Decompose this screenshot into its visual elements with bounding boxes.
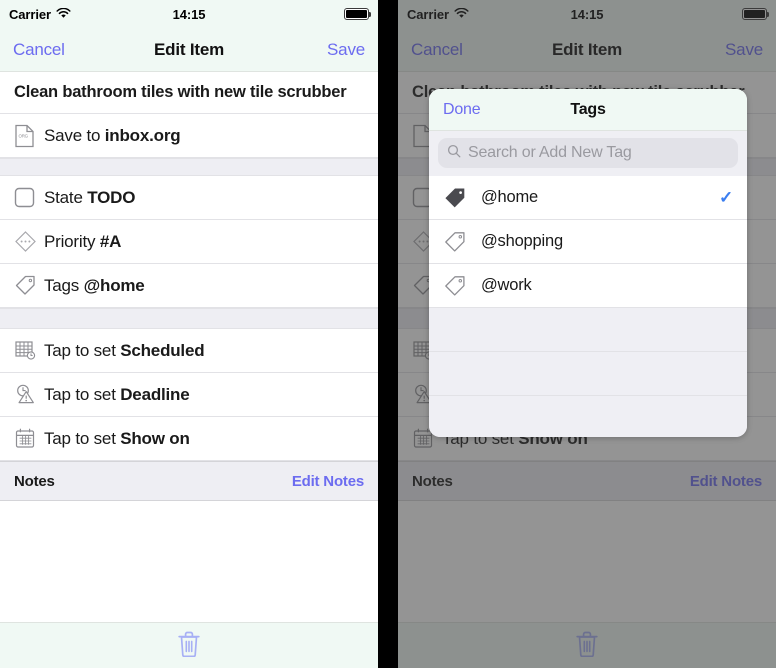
checkbox-icon	[14, 187, 44, 208]
list-item[interactable]: @home ✓	[429, 176, 747, 220]
empty-row	[429, 396, 747, 437]
edit-item-form: Clean bathroom tiles with new tile scrub…	[0, 72, 378, 625]
scheduled-value: Scheduled	[120, 340, 205, 360]
checkmark-icon: ✓	[718, 187, 733, 207]
schedule-table-icon	[14, 339, 44, 362]
show-on-value: Show on	[120, 428, 190, 448]
calendar-icon	[14, 427, 44, 450]
save-to-prefix: Save to	[44, 125, 105, 145]
tag-name: @home	[481, 188, 539, 206]
tags-modal-navbar: Done Tags	[429, 89, 747, 131]
priority-prefix: Priority	[44, 231, 100, 251]
item-title-row[interactable]: Clean bathroom tiles with new tile scrub…	[0, 72, 378, 114]
tags-label: Tags @home	[44, 276, 364, 296]
battery-full-icon	[344, 8, 372, 20]
status-bar-right	[344, 8, 372, 20]
notes-section-header: Notes Edit Notes	[0, 461, 378, 501]
notes-body[interactable]	[0, 501, 378, 625]
deadline-clock-warning-icon	[14, 383, 44, 406]
tag-outline-icon	[443, 274, 481, 298]
list-item[interactable]: @work	[429, 264, 747, 308]
tag-name: @work	[481, 276, 532, 294]
phone-left-edit-item: Carrier 14:15 Cancel Edit Item Save Clea…	[0, 0, 378, 668]
search-input[interactable]: Search or Add New Tag	[438, 138, 738, 168]
section-gap-2	[0, 308, 378, 329]
notes-header-label: Notes	[14, 472, 55, 490]
save-to-value: inbox.org	[104, 125, 181, 145]
priority-diamond-icon	[14, 230, 44, 253]
state-value: TODO	[87, 187, 136, 207]
edit-notes-button[interactable]: Edit Notes	[292, 473, 364, 490]
phone-right-tags-modal: Carrier 14:15 Cancel Edit Item Save Clea…	[398, 0, 776, 668]
state-label: State TODO	[44, 188, 364, 208]
deadline-label: Tap to set Deadline	[44, 385, 364, 405]
tag-name: @shopping	[481, 232, 563, 250]
scheduled-label: Tap to set Scheduled	[44, 341, 364, 361]
deadline-prefix: Tap to set	[44, 384, 121, 404]
empty-row	[429, 308, 747, 352]
clock-label: 14:15	[172, 6, 206, 22]
show-on-label: Tap to set Show on	[44, 429, 364, 449]
tags-row[interactable]: Tags @home	[0, 264, 378, 308]
tag-outline-icon	[443, 230, 481, 254]
status-bar: Carrier 14:15	[0, 0, 378, 28]
list-item[interactable]: @shopping	[429, 220, 747, 264]
empty-row	[429, 352, 747, 396]
priority-row[interactable]: Priority #A	[0, 220, 378, 264]
search-placeholder: Search or Add New Tag	[468, 144, 632, 161]
scheduled-row[interactable]: Tap to set Scheduled	[0, 329, 378, 373]
priority-label: Priority #A	[44, 232, 364, 252]
tag-outline-icon	[14, 274, 44, 297]
scheduled-prefix: Tap to set	[44, 340, 121, 360]
show-on-prefix: Tap to set	[44, 428, 121, 448]
tags-prefix: Tags	[44, 275, 84, 295]
svg-text:ORG: ORG	[19, 133, 29, 138]
state-prefix: State	[44, 187, 88, 207]
priority-value: #A	[99, 231, 122, 251]
dual-phone-screenshot: Carrier 14:15 Cancel Edit Item Save Clea…	[0, 0, 776, 668]
tags-search-wrapper: Search or Add New Tag	[429, 131, 747, 176]
cancel-button[interactable]: Cancel	[13, 40, 65, 60]
search-icon	[447, 144, 461, 163]
tag-filled-icon	[443, 186, 481, 210]
save-to-file-row[interactable]: ORG Save to inbox.org	[0, 114, 378, 158]
deadline-value: Deadline	[120, 384, 190, 404]
bottom-toolbar	[0, 622, 378, 668]
tags-list: @home ✓ @shopping @work	[429, 176, 747, 308]
save-to-file-label: Save to inbox.org	[44, 126, 364, 146]
org-file-icon: ORG	[14, 124, 44, 148]
tags-value: @home	[83, 275, 145, 295]
trash-icon[interactable]	[177, 630, 201, 662]
save-button[interactable]: Save	[327, 40, 365, 60]
done-button[interactable]: Done	[443, 101, 481, 119]
item-title-text: Clean bathroom tiles with new tile scrub…	[14, 83, 347, 101]
tags-modal: Done Tags Search or Add New Tag @home ✓ …	[429, 89, 747, 437]
state-row[interactable]: State TODO	[0, 176, 378, 220]
show-on-row[interactable]: Tap to set Show on	[0, 417, 378, 461]
tags-empty-rows	[429, 308, 747, 437]
navigation-bar: Cancel Edit Item Save	[0, 28, 378, 72]
section-gap-1	[0, 158, 378, 176]
deadline-row[interactable]: Tap to set Deadline	[0, 373, 378, 417]
